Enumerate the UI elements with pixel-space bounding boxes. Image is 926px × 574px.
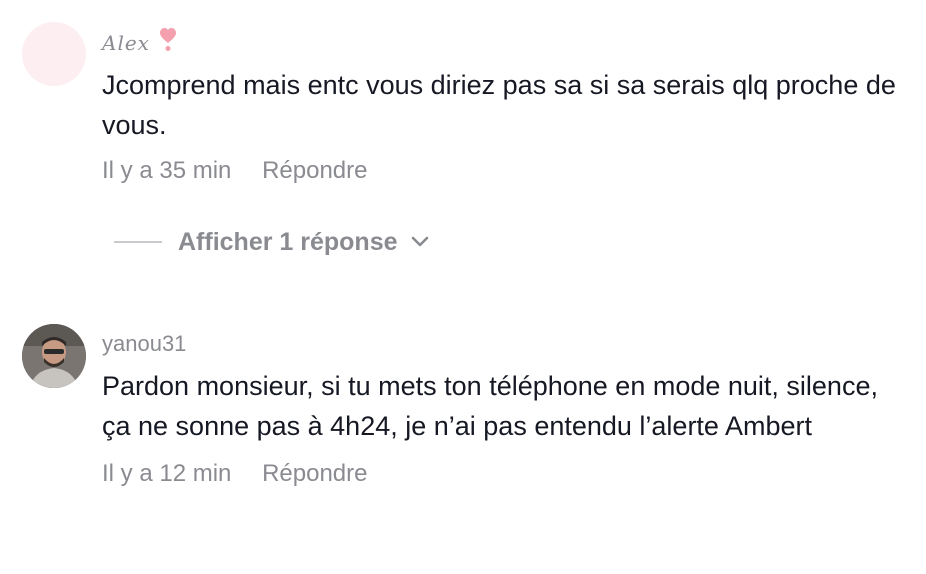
- reply-button[interactable]: Répondre: [262, 155, 367, 187]
- comment-meta: Il y a 12 min Répondre: [102, 458, 906, 490]
- comment-meta: Il y a 35 min Répondre: [102, 155, 906, 187]
- chevron-down-icon: [410, 232, 430, 252]
- divider-line: [114, 241, 162, 243]
- avatar[interactable]: [22, 324, 86, 388]
- heart-exclamation-icon: [160, 28, 177, 59]
- comment-username[interactable]: Alex: [102, 31, 150, 55]
- show-replies-button[interactable]: Afficher 1 réponse: [114, 224, 430, 260]
- comment-time: Il y a 12 min: [102, 460, 232, 487]
- show-replies-label: Afficher 1 réponse: [178, 227, 398, 256]
- comment-username-row[interactable]: Alex: [102, 28, 906, 59]
- avatar[interactable]: [22, 22, 86, 86]
- comment-username[interactable]: yanou31: [102, 330, 906, 358]
- comment-text: Jcomprend mais entc vous diriez pas sa s…: [102, 70, 896, 140]
- comment-text: Pardon monsieur, si tu mets ton téléphon…: [102, 371, 878, 441]
- comment-time: Il y a 35 min: [102, 157, 232, 184]
- reply-button[interactable]: Répondre: [262, 458, 367, 490]
- avatar-photo: [22, 324, 86, 388]
